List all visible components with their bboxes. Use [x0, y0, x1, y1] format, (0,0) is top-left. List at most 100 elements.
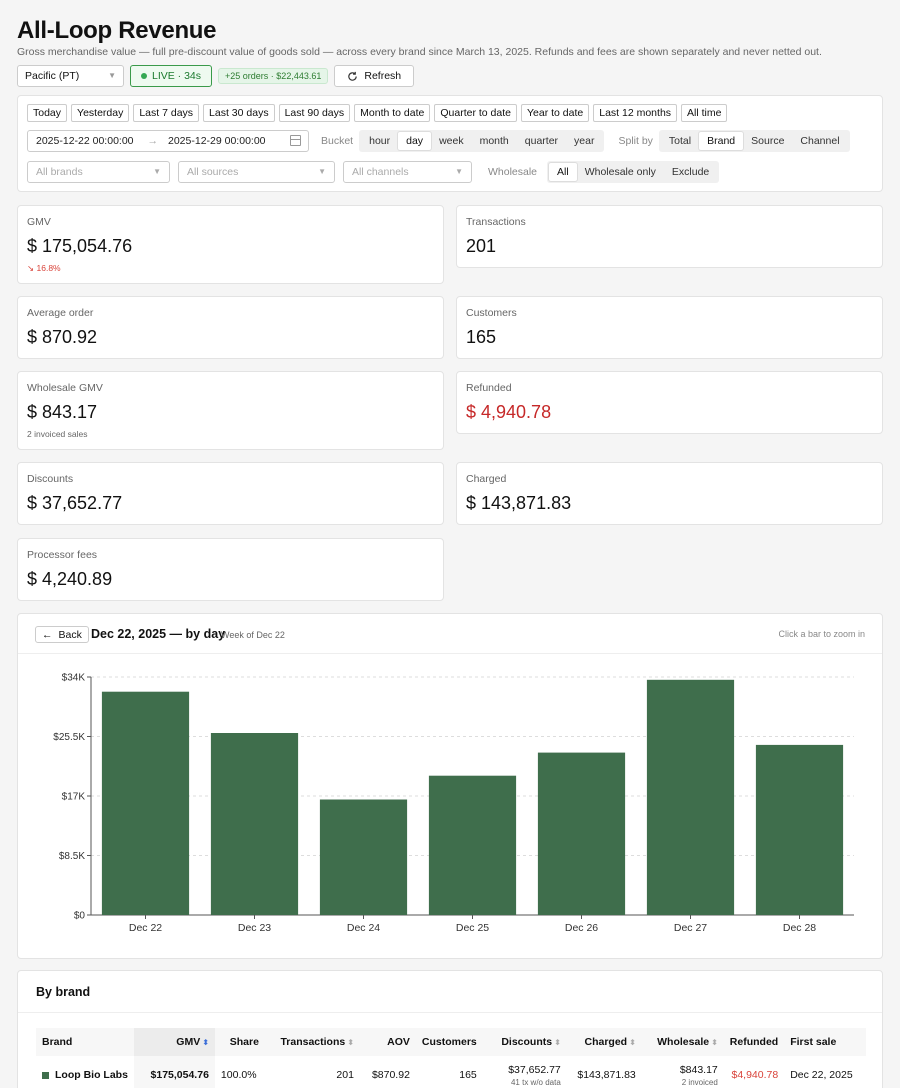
- gmv-cell: $175,054.76: [133, 1056, 215, 1088]
- col-transactions[interactable]: Transactions ⬍: [264, 1028, 360, 1056]
- split-toggle: Total Brand Source Channel: [658, 130, 850, 152]
- split-brand-option[interactable]: Brand: [699, 132, 744, 150]
- wholesale-wholesale-only-option[interactable]: Wholesale only: [577, 163, 664, 181]
- preset-last-30-days-button[interactable]: Last 30 days: [203, 104, 275, 122]
- y-tick-label: $34K: [62, 673, 86, 684]
- preset-year-to-date-button[interactable]: Year to date: [520, 104, 590, 122]
- preset-yesterday-button[interactable]: Yesterday: [71, 104, 130, 122]
- col-wholesale[interactable]: Wholesale ⬍: [641, 1028, 724, 1056]
- live-status-button[interactable]: LIVE · 34s: [130, 65, 213, 87]
- bar[interactable]: [319, 799, 408, 916]
- x-tick-label: Dec 27: [674, 922, 707, 934]
- refresh-icon: [348, 71, 358, 81]
- wholesale-all-option[interactable]: All: [549, 163, 577, 181]
- split-channel-option[interactable]: Channel: [792, 132, 847, 150]
- timezone-value: Pacific (PT): [25, 70, 80, 82]
- preset-last-12-months-button[interactable]: Last 12 months: [593, 104, 678, 122]
- page-header: All-Loop Revenue Gross merchandise value…: [17, 16, 890, 87]
- first-sale-cell: Dec 22, 2025: [790, 1069, 853, 1081]
- bar[interactable]: [646, 679, 735, 915]
- preset-last-90-days-button[interactable]: Last 90 days: [278, 104, 351, 122]
- discounts-note: 41 tx w/o data: [510, 1077, 561, 1087]
- bucket-week-option[interactable]: week: [431, 132, 472, 150]
- chevron-down-icon: ▼: [153, 167, 161, 176]
- customers-cell: 165: [459, 1069, 477, 1081]
- y-tick-label: $0: [74, 911, 86, 922]
- brand-table: Brand GMV ⬍ Share Transactions ⬍ AOV Custo…: [36, 1028, 866, 1088]
- back-button[interactable]: ← Back: [35, 626, 89, 643]
- arrow-right-icon: →: [147, 135, 159, 147]
- brands-select[interactable]: All brands ▼: [27, 161, 170, 183]
- kpi-value: $ 37,652.77: [27, 493, 123, 513]
- date-to: 2025-12-29 00:00:00: [168, 135, 266, 147]
- brand-swatch: [42, 1071, 49, 1079]
- preset-today-button[interactable]: Today: [27, 104, 68, 122]
- share-cell: 100.0%: [220, 1069, 257, 1081]
- preset-last-7-days-button[interactable]: Last 7 days: [133, 104, 200, 122]
- kpi-label: Transactions: [466, 216, 526, 228]
- x-tick-label: Dec 22: [129, 922, 162, 934]
- kpi-charged: Charged $ 143,871.83: [456, 462, 883, 525]
- bucket-label: Bucket: [321, 135, 354, 147]
- wholesale-exclude-option[interactable]: Exclude: [664, 163, 717, 181]
- split-total-option[interactable]: Total: [661, 132, 699, 150]
- bucket-month-option[interactable]: month: [472, 132, 517, 150]
- chart-panel: ← Back Dec 22, 2025 — by day Week of Dec…: [17, 613, 883, 959]
- refresh-button[interactable]: Refresh: [334, 65, 415, 87]
- sort-icon: ⬍: [347, 1038, 354, 1047]
- kpi-transactions: Transactions 201: [456, 205, 883, 268]
- timezone-select[interactable]: Pacific (PT) ▼: [17, 65, 124, 87]
- col-discounts[interactable]: Discounts ⬍: [482, 1028, 567, 1056]
- kpi-value: $ 843.17: [27, 402, 98, 422]
- wholesale-note: 2 invoiced: [681, 1077, 718, 1087]
- preset-quarter-to-date-button[interactable]: Quarter to date: [434, 104, 517, 122]
- page-title: All-Loop Revenue: [17, 17, 217, 44]
- chart-title: Dec 22, 2025 — by day: [91, 627, 226, 641]
- live-dot-icon: [141, 73, 147, 79]
- bar[interactable]: [537, 752, 626, 915]
- wholesale-cell: $843.17 2 invoiced: [642, 1056, 724, 1088]
- discounts-value: $37,652.77: [508, 1063, 561, 1076]
- bar[interactable]: [428, 775, 517, 915]
- sources-select[interactable]: All sources ▼: [178, 161, 335, 183]
- bucket-toggle: hour day week month quarter year: [359, 130, 605, 152]
- x-tick-label: Dec 26: [565, 922, 598, 934]
- sort-icon: ⬍: [711, 1038, 718, 1047]
- brand-section-title: By brand: [36, 985, 91, 999]
- col-first-sale: First sale: [784, 1028, 866, 1056]
- preset-all-time-button[interactable]: All time: [681, 104, 728, 122]
- date-range-picker[interactable]: 2025-12-22 00:00:00 → 2025-12-29 00:00:0…: [27, 130, 309, 152]
- table-row[interactable]: Loop Bio Labs $175,054.76 100.0% 201 $87…: [36, 1056, 866, 1088]
- kpi-value: 165: [466, 327, 497, 347]
- bucket-hour-option[interactable]: hour: [361, 132, 398, 150]
- kpi-discounts: Discounts $ 37,652.77: [17, 462, 444, 525]
- bar[interactable]: [755, 744, 844, 915]
- charged-cell: $143,871.83: [577, 1069, 636, 1081]
- bucket-day-option[interactable]: day: [398, 132, 432, 150]
- split-source-option[interactable]: Source: [743, 132, 792, 150]
- sort-icon: ⬍: [554, 1038, 561, 1047]
- col-refunded: Refunded: [723, 1028, 785, 1056]
- col-gmv[interactable]: GMV ⬍: [133, 1028, 215, 1056]
- sort-icon: ⬍: [629, 1038, 636, 1047]
- wholesale-value: $843.17: [679, 1063, 718, 1076]
- bar[interactable]: [101, 691, 190, 915]
- preset-month-to-date-button[interactable]: Month to date: [354, 104, 431, 122]
- bucket-quarter-option[interactable]: quarter: [517, 132, 566, 150]
- kpi-label: Customers: [466, 307, 517, 319]
- page-subtitle: Gross merchandise value — full pre-disco…: [17, 46, 822, 58]
- col-aov: AOV: [359, 1028, 416, 1056]
- bucket-year-option[interactable]: year: [566, 132, 602, 150]
- chart-header: ← Back Dec 22, 2025 — by day Week of Dec…: [18, 614, 882, 654]
- table-header-row: Brand GMV ⬍ Share Transactions ⬍ AOV Custo…: [36, 1028, 866, 1056]
- col-charged[interactable]: Charged ⬍: [566, 1028, 642, 1056]
- y-tick-label: $25.5K: [53, 732, 85, 743]
- kpi-label: Processor fees: [27, 549, 98, 561]
- calendar-icon: [290, 135, 301, 146]
- bar[interactable]: [210, 733, 299, 915]
- kpi-processor-fees: Processor fees $ 4,240.89: [17, 538, 444, 601]
- wholesale-label: Wholesale: [488, 166, 538, 178]
- chart-week-label: Week of Dec 22: [221, 630, 285, 640]
- channels-select[interactable]: All channels ▼: [343, 161, 472, 183]
- wholesale-toggle: All Wholesale only Exclude: [547, 161, 720, 183]
